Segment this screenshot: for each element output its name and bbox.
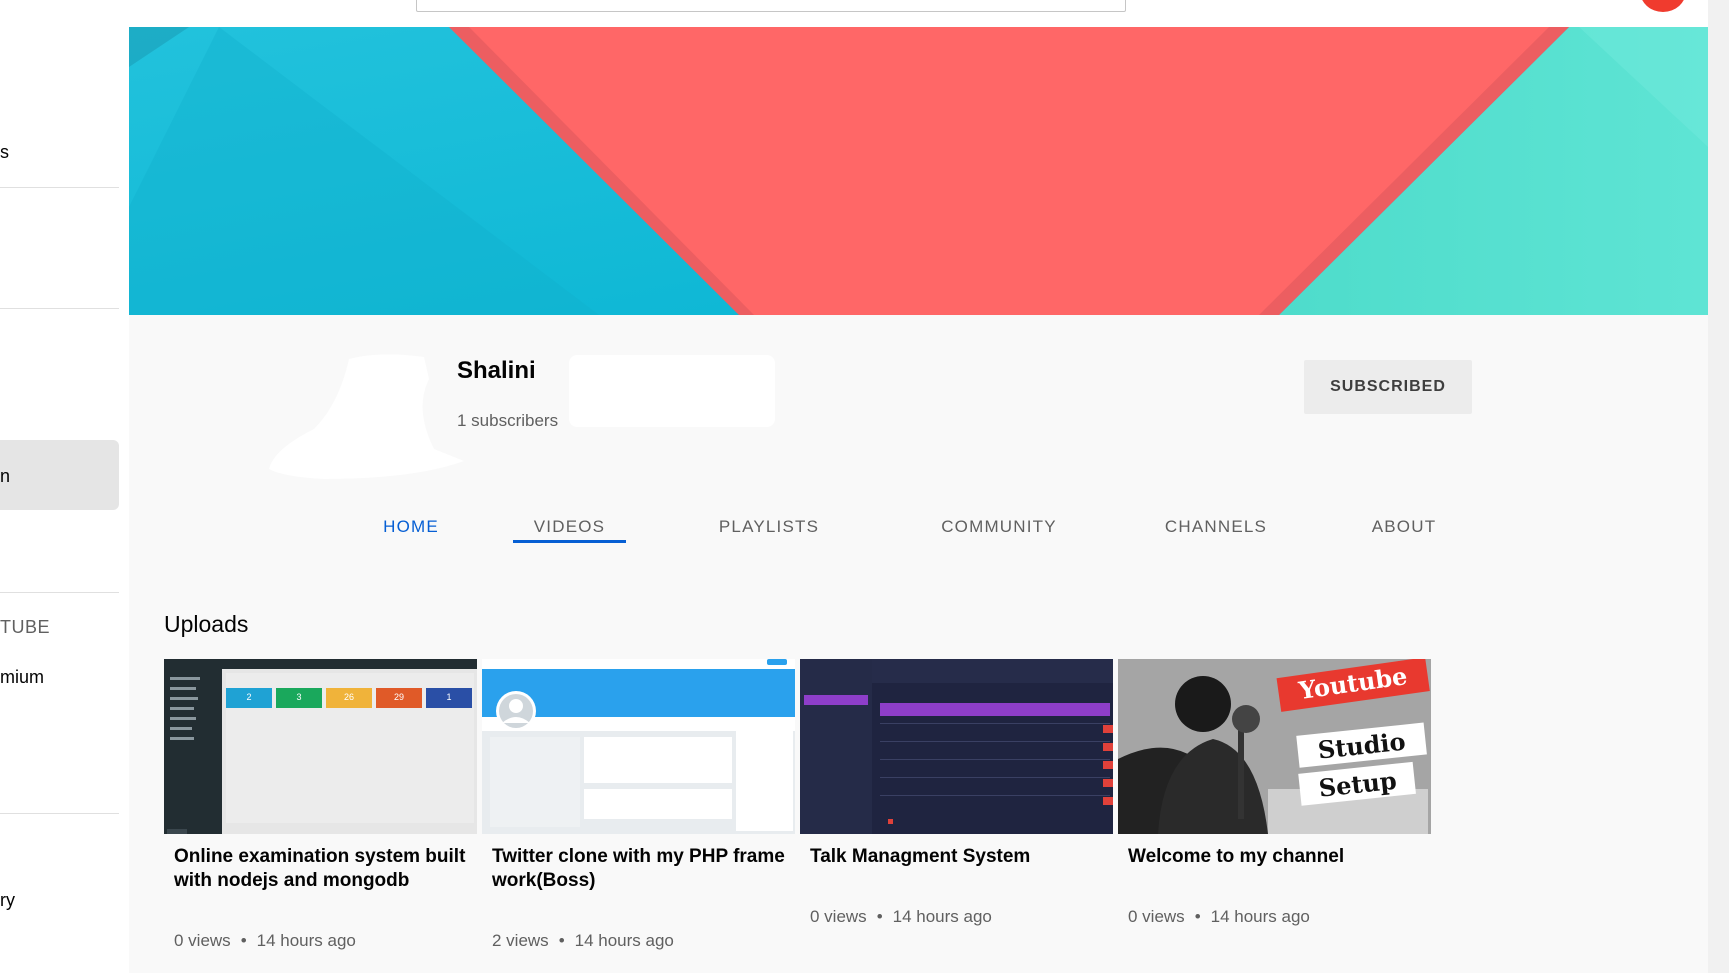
uploads-heading[interactable]: Uploads (164, 611, 248, 638)
sidebar-item-active[interactable] (0, 440, 119, 510)
tile-value: 2 (246, 692, 251, 702)
search-input[interactable] (416, 0, 1126, 12)
video-title[interactable]: Talk Managment System (810, 845, 1110, 869)
sidebar-divider (0, 592, 119, 593)
view-count: 0 views (1128, 907, 1185, 926)
uploads-grid: 2 3 26 29 1 Online examination system bu… (164, 659, 1464, 959)
upload-age: 14 hours ago (1210, 907, 1310, 926)
tile-value: 3 (296, 692, 301, 702)
exam-tiles: 2 3 26 29 1 (226, 688, 472, 708)
sidebar: s n TUBE mium ry (0, 0, 129, 973)
view-count: 0 views (810, 907, 867, 926)
video-title[interactable]: Twitter clone with my PHP framework(Boss… (492, 845, 792, 893)
sidebar-divider (0, 308, 119, 309)
video-meta: 2 views • 14 hours ago (492, 931, 674, 951)
video-thumbnail[interactable] (482, 659, 795, 834)
subscribed-button[interactable]: SUBSCRIBED (1304, 360, 1472, 414)
sidebar-item-label[interactable]: mium (0, 667, 44, 688)
tile-value: 26 (344, 692, 354, 702)
view-count: 0 views (174, 931, 231, 950)
tab-videos[interactable]: VIDEOS (513, 497, 626, 557)
video-thumbnail[interactable]: Youtube Studio Setup (1118, 659, 1431, 834)
upload-age: 14 hours ago (892, 907, 992, 926)
video-title[interactable]: Online examination system built with nod… (174, 845, 474, 893)
scrollbar[interactable] (1708, 0, 1729, 973)
name-redaction (569, 355, 775, 427)
banner-art (129, 27, 1708, 315)
separator-dot: • (240, 931, 247, 950)
tile-value: 1 (446, 692, 451, 702)
tile-value: 29 (394, 692, 404, 702)
separator-dot: • (876, 907, 883, 926)
separator-dot: • (1194, 907, 1201, 926)
video-thumbnail[interactable]: 2 3 26 29 1 (164, 659, 477, 834)
video-meta: 0 views • 14 hours ago (1128, 907, 1310, 927)
tab-playlists[interactable]: PLAYLISTS (709, 497, 829, 557)
channel-avatar[interactable] (264, 349, 474, 484)
view-count: 2 views (492, 931, 549, 950)
tab-home[interactable]: HOME (351, 497, 471, 557)
separator-dot: • (558, 931, 565, 950)
video-meta: 0 views • 14 hours ago (810, 907, 992, 927)
sidebar-item-label[interactable]: s (0, 142, 9, 163)
subscriber-count: 1 subscribers (457, 411, 559, 430)
channel-banner (129, 27, 1708, 315)
channel-page: Shalini 1 subscribers SUBSCRIBED HOME VI… (129, 27, 1708, 973)
video-thumbnail[interactable] (800, 659, 1113, 834)
sidebar-item-label[interactable]: ry (0, 890, 15, 911)
talk-management-thumbnail (800, 659, 1113, 834)
channel-name: Shalini (457, 357, 536, 384)
tab-about[interactable]: ABOUT (1349, 497, 1459, 557)
video-title[interactable]: Welcome to my channel (1128, 845, 1428, 869)
account-avatar[interactable] (1640, 0, 1686, 12)
active-tab-indicator (513, 540, 626, 543)
sidebar-section-header: TUBE (0, 617, 51, 637)
channel-tabs: HOME VIDEOS PLAYLISTS COMMUNITY CHANNELS… (129, 497, 1708, 561)
exam-dashboard-thumbnail: 2 3 26 29 1 (164, 659, 477, 834)
tab-channels[interactable]: CHANNELS (1151, 497, 1281, 557)
sidebar-divider (0, 187, 119, 188)
tab-community[interactable]: COMMUNITY (924, 497, 1074, 557)
sidebar-divider (0, 813, 119, 814)
sidebar-item-label[interactable]: n (0, 466, 10, 487)
twitter-clone-thumbnail (482, 659, 795, 834)
upload-age: 14 hours ago (574, 931, 674, 950)
subscribed-button-label: SUBSCRIBED (1330, 378, 1446, 395)
video-meta: 0 views • 14 hours ago (174, 931, 356, 951)
app-window: s n TUBE mium ry Shalini 1 subscribers S… (0, 0, 1729, 973)
upload-age: 14 hours ago (256, 931, 356, 950)
studio-setup-thumbnail: Youtube Studio Setup (1118, 659, 1431, 834)
